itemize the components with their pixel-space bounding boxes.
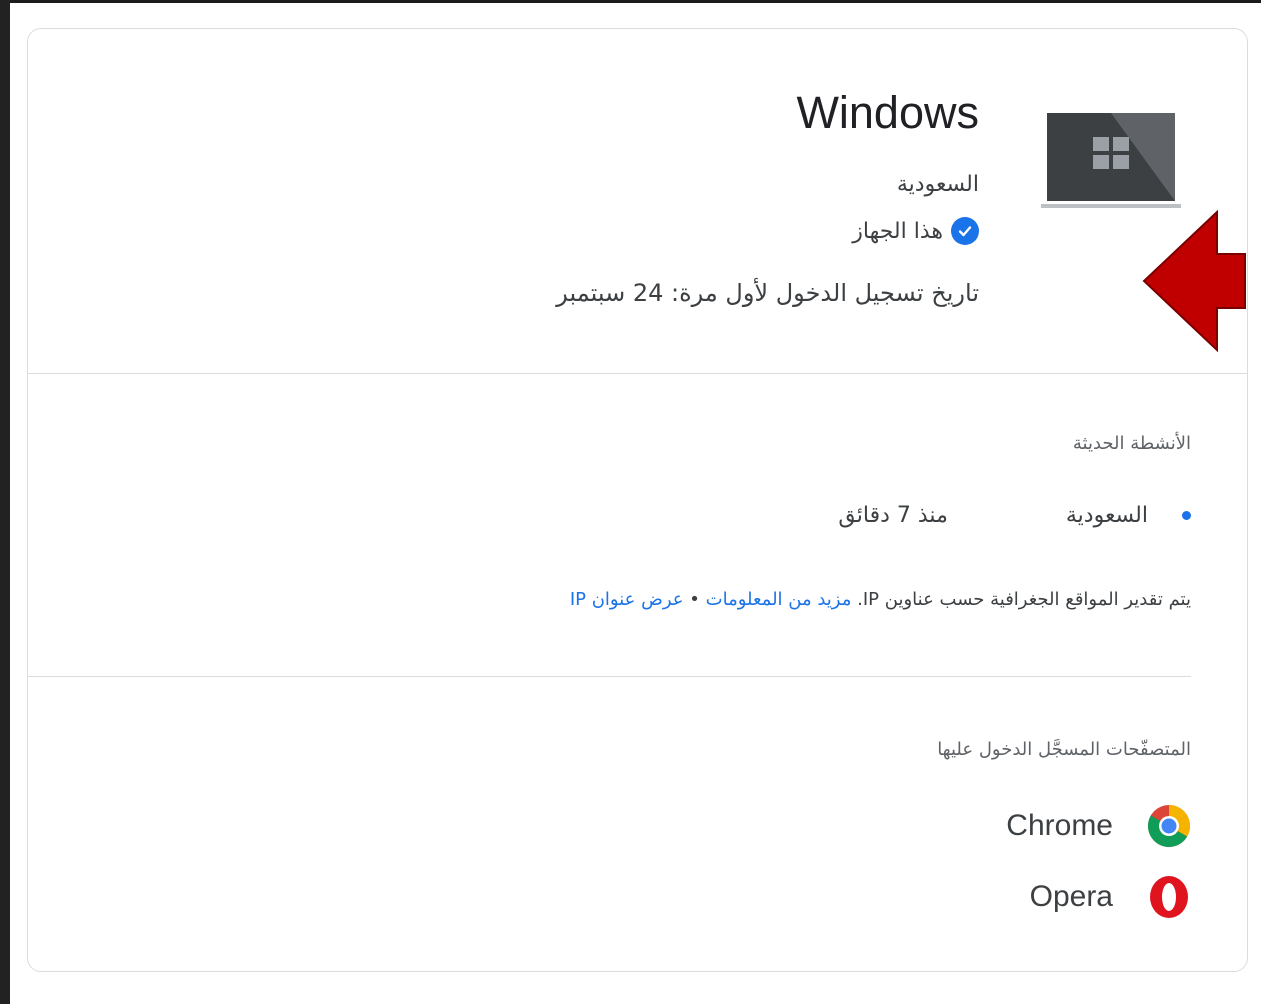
windows-laptop-icon	[1041, 113, 1181, 208]
learn-more-link[interactable]: مزيد من المعلومات	[706, 589, 852, 610]
ip-location-note: يتم تقدير المواقع الجغرافية حسب عناوين I…	[570, 589, 1191, 610]
screen-edge	[0, 0, 10, 1004]
check-circle-icon	[951, 217, 979, 245]
device-name: Windows	[796, 87, 979, 138]
activity-country: السعودية	[1065, 503, 1148, 528]
view-ip-link[interactable]: عرض عنوان IP	[570, 589, 684, 610]
chrome-icon	[1147, 805, 1191, 848]
red-arrow-icon	[1142, 210, 1246, 352]
divider	[28, 373, 1247, 374]
ip-note-text: يتم تقدير المواقع الجغرافية حسب عناوين I…	[857, 589, 1191, 610]
browser-name: Chrome	[1006, 809, 1113, 842]
this-device-label: هذا الجهاز	[852, 218, 943, 244]
browsers-title: المتصفّحات المسجَّل الدخول عليها	[937, 739, 1191, 760]
page: Windows السعودية هذا الجهاز تاريخ تسجيل …	[10, 3, 1261, 1004]
browser-item-chrome: Chrome	[1006, 804, 1191, 848]
activity-item: السعودية منذ 7 دقائق	[838, 503, 1191, 528]
device-card: Windows السعودية هذا الجهاز تاريخ تسجيل …	[27, 28, 1248, 972]
opera-icon	[1150, 876, 1188, 918]
activity-time: منذ 7 دقائق	[838, 503, 948, 528]
device-country: السعودية	[896, 172, 979, 197]
browser-item-opera: Opera	[1030, 875, 1191, 919]
this-device-badge: هذا الجهاز	[852, 217, 979, 245]
first-signin-date: تاريخ تسجيل الدخول لأول مرة: 24 سبتمبر	[556, 279, 979, 307]
recent-activity-title: الأنشطة الحديثة	[1072, 433, 1191, 454]
separator: •	[689, 589, 700, 610]
browser-name: Opera	[1029, 880, 1113, 913]
bullet-dot-icon	[1182, 511, 1191, 520]
divider	[28, 676, 1191, 677]
